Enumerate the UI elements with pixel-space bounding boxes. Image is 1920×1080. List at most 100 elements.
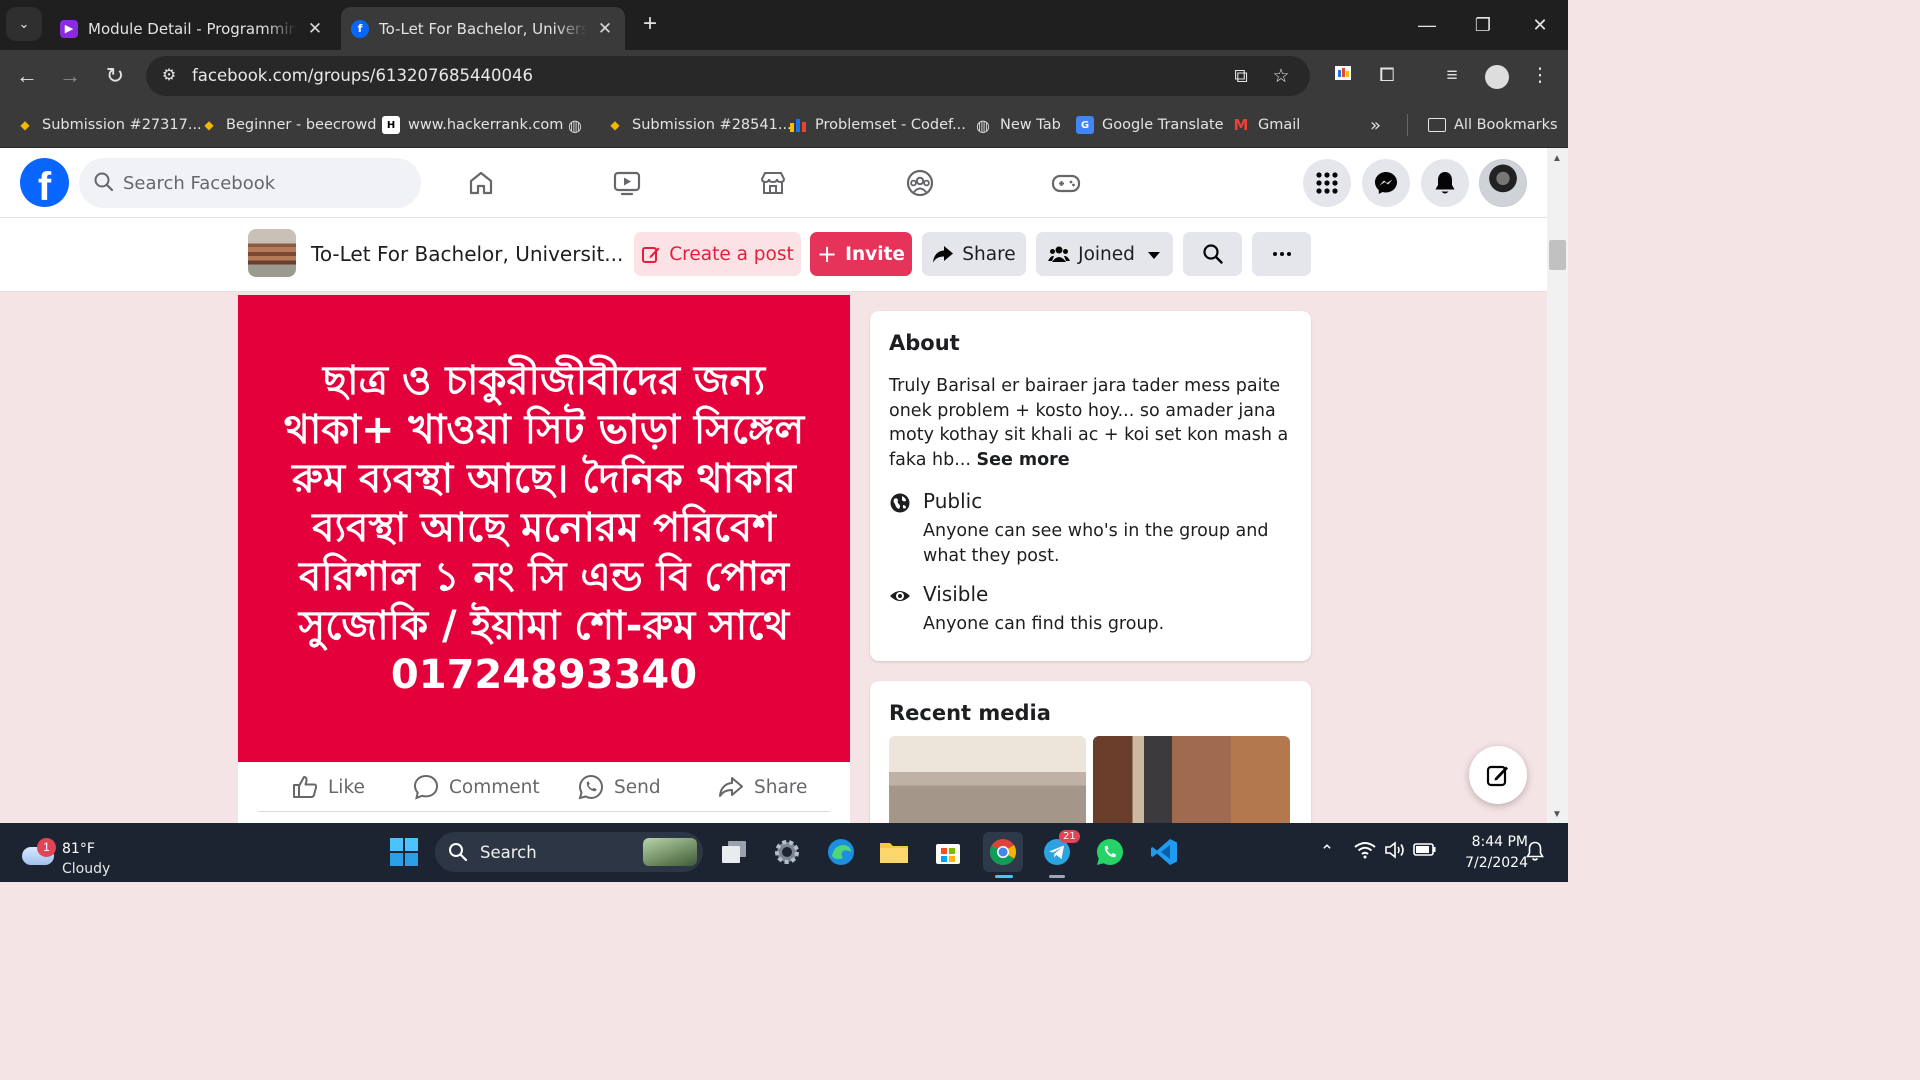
profile-avatar-icon[interactable] — [1483, 63, 1511, 91]
whatsapp-app[interactable] — [1092, 834, 1128, 870]
clock-time: 8:44 PM — [1471, 834, 1528, 850]
tab-title: Module Detail - Programming Hero — [88, 19, 297, 38]
nav-gaming-tab[interactable] — [1010, 158, 1122, 208]
bookmark-item[interactable]: ◆ Beginner - beecrowd — [200, 114, 376, 136]
comment-icon — [413, 774, 439, 800]
system-clock[interactable]: 8:44 PM 7/2/2024 — [1448, 832, 1528, 874]
see-more-link[interactable]: See more — [976, 450, 1069, 470]
back-button[interactable]: ← — [12, 62, 42, 92]
post-image[interactable]: ছাত্র ও চাকুরীজীবীদের জন্য থাকা+ খাওয়া … — [238, 295, 850, 762]
close-icon[interactable]: ✕ — [595, 19, 615, 39]
search-group-button[interactable] — [1183, 232, 1242, 276]
tab-title: To-Let For Bachelor, University — [379, 19, 587, 38]
bookmark-item[interactable]: Problemset - Codef... — [789, 114, 966, 136]
bookmark-item[interactable]: ◆ Submission #28541... — [606, 114, 791, 136]
edge-app[interactable] — [823, 834, 859, 870]
store-icon — [936, 844, 960, 864]
extensions-puzzle-icon[interactable]: ⧠ — [1373, 63, 1401, 91]
bookmark-star-icon[interactable]: ☆ — [1268, 64, 1294, 90]
address-bar[interactable]: ⚙ facebook.com/groups/613207685440046 ⧉ … — [146, 56, 1310, 96]
create-post-button[interactable]: Create a post — [634, 232, 801, 276]
bookmark-item[interactable]: G Google Translate — [1076, 114, 1224, 136]
notification-bell-icon[interactable] — [1524, 841, 1546, 863]
joined-dropdown-button[interactable]: Joined — [1036, 232, 1173, 276]
comment-button[interactable]: Comment — [413, 770, 540, 804]
settings-gear-icon — [775, 840, 799, 864]
restore-button[interactable]: ❐ — [1463, 10, 1503, 40]
forward-button[interactable]: → — [55, 62, 85, 92]
minimize-button[interactable]: — — [1407, 10, 1447, 40]
nav-marketplace-tab[interactable] — [717, 158, 829, 208]
profile-avatar[interactable] — [1479, 159, 1527, 207]
media-thumbnail[interactable] — [1093, 736, 1290, 826]
site-info-icon[interactable]: ⚙ — [158, 65, 180, 87]
about-title: About — [889, 331, 960, 355]
like-button[interactable]: Like — [292, 770, 365, 804]
start-button[interactable] — [386, 834, 422, 870]
messenger-icon — [1375, 172, 1397, 194]
nav-video-tab[interactable] — [571, 158, 683, 208]
close-icon[interactable]: ✕ — [305, 19, 325, 39]
url-text[interactable]: facebook.com/groups/613207685440046 — [192, 66, 533, 85]
tab-facebook-group[interactable]: f To-Let For Bachelor, University ✕ — [341, 7, 625, 50]
media-thumbnail[interactable] — [889, 736, 1086, 826]
battery-icon[interactable] — [1413, 841, 1436, 863]
new-message-button[interactable] — [1469, 746, 1527, 804]
bookmark-item[interactable]: ◍ — [566, 114, 592, 136]
search-icon — [94, 172, 114, 192]
share-group-button[interactable]: Share — [922, 232, 1026, 276]
group-cover-thumbnail[interactable] — [248, 229, 296, 277]
messenger-button[interactable] — [1362, 159, 1410, 207]
all-bookmarks-button[interactable]: All Bookmarks — [1428, 114, 1558, 136]
nav-groups-tab[interactable] — [864, 158, 976, 208]
wifi-icon[interactable] — [1354, 841, 1376, 863]
browser-menu-icon[interactable]: ⋮ — [1526, 63, 1554, 91]
page-scrollbar[interactable]: ▲ ▼ — [1547, 148, 1568, 823]
weather-badge: 1 — [37, 838, 56, 857]
more-options-button[interactable] — [1252, 232, 1311, 276]
media-controls-icon[interactable]: ≡ — [1438, 63, 1466, 91]
facebook-logo-icon[interactable]: f — [20, 158, 69, 207]
weather-widget[interactable]: 1 81°F Cloudy — [20, 831, 150, 877]
video-icon — [613, 171, 641, 196]
menu-grid-button[interactable] — [1303, 159, 1351, 207]
task-view-button[interactable] — [716, 834, 752, 870]
show-hidden-icons-chevron-icon[interactable]: ⌃ — [1316, 841, 1338, 863]
send-button[interactable]: Send — [578, 770, 661, 804]
new-tab-button[interactable]: + — [636, 11, 664, 39]
close-window-button[interactable]: ✕ — [1520, 10, 1560, 40]
share-post-button[interactable]: Share — [718, 770, 807, 804]
taskbar-search-box[interactable]: Search — [435, 832, 703, 872]
settings-app[interactable] — [769, 834, 805, 870]
bookmark-item[interactable]: ◆ Submission #27317... — [16, 114, 201, 136]
search-input[interactable] — [123, 158, 403, 208]
share-icon — [719, 777, 743, 797]
scrollbar-thumb[interactable] — [1549, 240, 1566, 270]
tab-module-detail[interactable]: ▶ Module Detail - Programming Hero ✕ — [50, 7, 335, 50]
extension-icon[interactable] — [1329, 63, 1357, 91]
telegram-app[interactable]: 21 — [1039, 830, 1080, 870]
scroll-up-arrow-icon[interactable]: ▲ — [1552, 153, 1562, 164]
tab-search-button[interactable]: ⌄ — [6, 7, 42, 41]
microsoft-store-app[interactable] — [930, 834, 966, 870]
about-description: Truly Barisal er bairaer jara tader mess… — [889, 376, 1289, 470]
notifications-button[interactable] — [1421, 159, 1469, 207]
bookmark-item[interactable]: M Gmail — [1232, 114, 1301, 136]
file-explorer-app[interactable] — [876, 834, 912, 870]
group-name[interactable]: To-Let For Bachelor, Universit... — [311, 242, 623, 266]
group-header-bar: To-Let For Bachelor, Universit... Create… — [0, 218, 1547, 292]
facebook-search-box[interactable] — [79, 158, 421, 208]
invite-button[interactable]: + Invite — [810, 232, 912, 276]
bookmark-item[interactable]: ◍ New Tab — [974, 114, 1061, 136]
bookmark-item[interactable]: H www.hackerrank.com — [382, 114, 563, 136]
reload-button[interactable]: ↻ — [100, 62, 130, 92]
chrome-app[interactable] — [983, 832, 1023, 872]
volume-icon[interactable] — [1384, 841, 1406, 863]
nav-home-tab[interactable] — [425, 158, 537, 208]
grid-menu-icon — [1316, 172, 1338, 194]
more-bookmarks-chevron-icon[interactable]: » — [1370, 114, 1381, 136]
search-icon — [1202, 244, 1223, 264]
install-app-icon[interactable]: ⧉ — [1228, 64, 1254, 90]
scroll-down-arrow-icon[interactable]: ▼ — [1552, 809, 1562, 820]
vscode-app[interactable] — [1146, 834, 1182, 870]
